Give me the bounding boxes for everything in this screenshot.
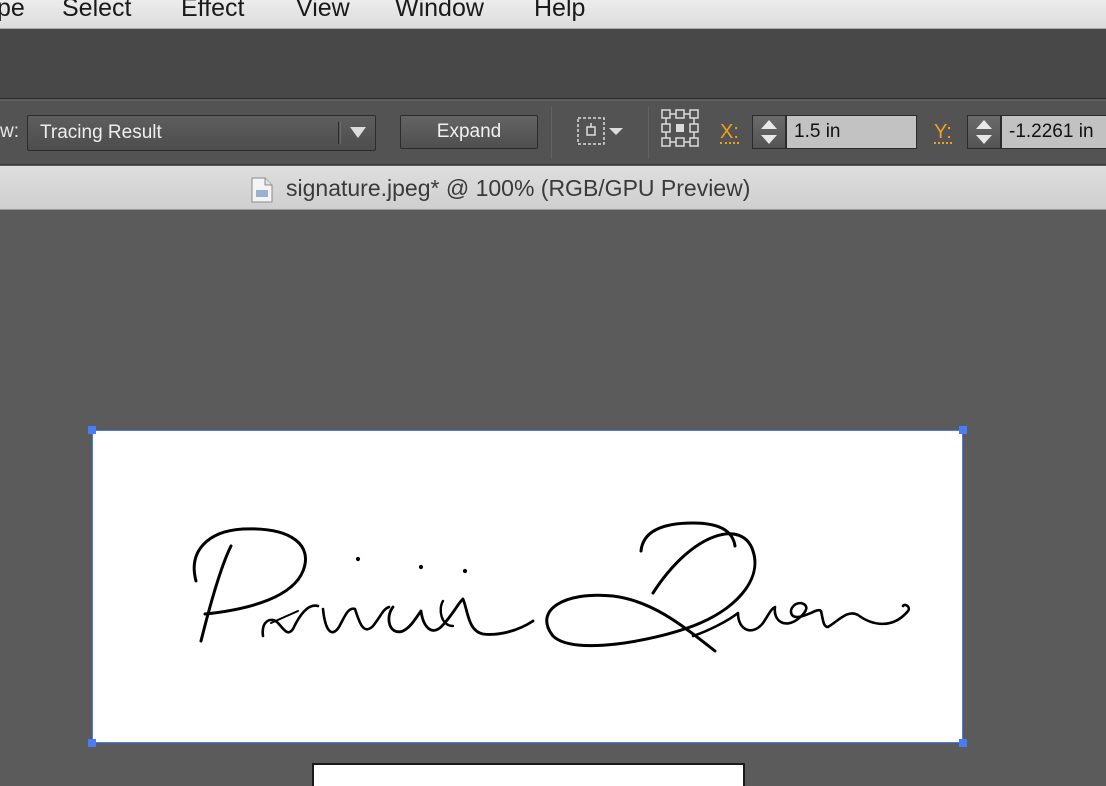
y-label[interactable]: Y: (934, 122, 952, 144)
transform-options-button[interactable] (575, 115, 631, 147)
dropdown-divider-highlight (340, 122, 341, 144)
expand-button[interactable]: Expand (400, 115, 538, 149)
control-bar: w: Tracing Result Expand X: 1.5 in Y: -1… (0, 100, 1106, 165)
signature-artwork[interactable] (93, 431, 964, 744)
separator (648, 107, 649, 159)
chevron-down-icon[interactable] (350, 127, 366, 138)
reference-point-icon (661, 109, 699, 147)
view-label: w: (0, 121, 19, 142)
transform-bounds-icon (577, 117, 623, 145)
selection-handle[interactable] (959, 739, 967, 747)
application-bar (0, 29, 1106, 99)
selection-handle[interactable] (88, 426, 96, 434)
document-title: signature.jpeg* @ 100% (RGB/GPU Preview) (286, 175, 751, 201)
stepper-up-icon[interactable] (761, 120, 777, 129)
menu-view[interactable]: View (296, 0, 350, 23)
stepper-down-icon[interactable] (976, 135, 992, 144)
view-dropdown-value: Tracing Result (40, 122, 162, 143)
menu-help[interactable]: Help (534, 0, 585, 23)
document-icon (251, 177, 273, 203)
menu-bar: pe Select Effect View Window Help (0, 0, 1106, 29)
document-tab[interactable]: signature.jpeg* @ 100% (RGB/GPU Preview) (0, 166, 1106, 210)
y-stepper[interactable] (967, 115, 1001, 149)
menu-effect[interactable]: Effect (181, 0, 244, 23)
dropdown-divider (338, 122, 339, 144)
view-dropdown[interactable]: Tracing Result (27, 115, 376, 151)
reference-point-button[interactable] (661, 109, 701, 154)
x-label[interactable]: X: (720, 122, 739, 144)
artboard-secondary[interactable] (312, 763, 745, 786)
separator (551, 107, 552, 159)
selection-handle[interactable] (959, 426, 967, 434)
stepper-up-icon[interactable] (976, 120, 992, 129)
y-input[interactable]: -1.2261 in (1001, 115, 1106, 149)
x-stepper[interactable] (752, 115, 786, 149)
menu-window[interactable]: Window (395, 0, 484, 23)
menu-type[interactable]: pe (0, 0, 25, 23)
x-input[interactable]: 1.5 in (786, 115, 917, 149)
stepper-down-icon[interactable] (761, 135, 777, 144)
artboard[interactable] (88, 426, 967, 747)
selection-handle[interactable] (88, 739, 96, 747)
menu-select[interactable]: Select (62, 0, 131, 23)
